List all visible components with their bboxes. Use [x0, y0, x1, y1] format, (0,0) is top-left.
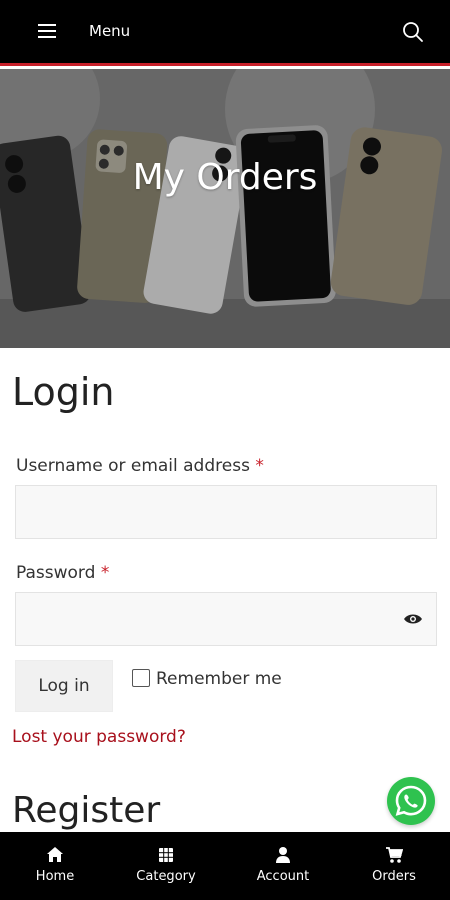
nav-orders-label: Orders	[372, 869, 416, 884]
show-password-eye-icon[interactable]	[403, 612, 423, 626]
nav-account[interactable]: Account	[233, 832, 333, 900]
nav-orders[interactable]: Orders	[344, 832, 444, 900]
nav-home[interactable]: Home	[5, 832, 105, 900]
home-icon	[47, 847, 63, 862]
required-mark: *	[255, 456, 264, 476]
top-app-bar: Menu	[0, 0, 450, 66]
whatsapp-icon	[395, 785, 427, 816]
cart-icon	[386, 847, 403, 863]
whatsapp-chat-button[interactable]	[387, 777, 435, 825]
page-title: My Orders	[132, 157, 318, 198]
lost-password-link[interactable]: Lost your password?	[12, 727, 186, 747]
nav-account-label: Account	[256, 869, 310, 884]
required-mark: *	[100, 563, 110, 583]
nav-home-label: Home	[35, 869, 75, 884]
nav-category[interactable]: Category	[116, 832, 216, 900]
username-input[interactable]	[15, 485, 437, 539]
hamburger-menu-icon[interactable]	[38, 24, 56, 38]
grid-icon	[159, 848, 173, 862]
username-label-text: Username or email address	[16, 456, 250, 476]
remember-me-checkbox[interactable]	[132, 669, 150, 687]
register-heading: Register	[12, 790, 161, 831]
user-icon	[276, 847, 290, 863]
login-heading: Login	[12, 370, 115, 414]
menu-label[interactable]: Menu	[89, 22, 130, 40]
password-input[interactable]	[15, 592, 437, 646]
password-label-text: Password	[16, 563, 96, 583]
login-button[interactable]: Log in	[15, 660, 113, 712]
password-label: Password *	[16, 563, 109, 583]
username-label: Username or email address *	[16, 456, 264, 476]
bottom-navigation: Home Category Account Orders	[0, 832, 450, 900]
phones-background-image	[0, 69, 450, 348]
hero-banner: My Orders	[0, 69, 450, 348]
remember-me-label[interactable]: Remember me	[156, 669, 282, 689]
nav-category-label: Category	[136, 869, 196, 884]
search-icon[interactable]	[402, 21, 424, 43]
